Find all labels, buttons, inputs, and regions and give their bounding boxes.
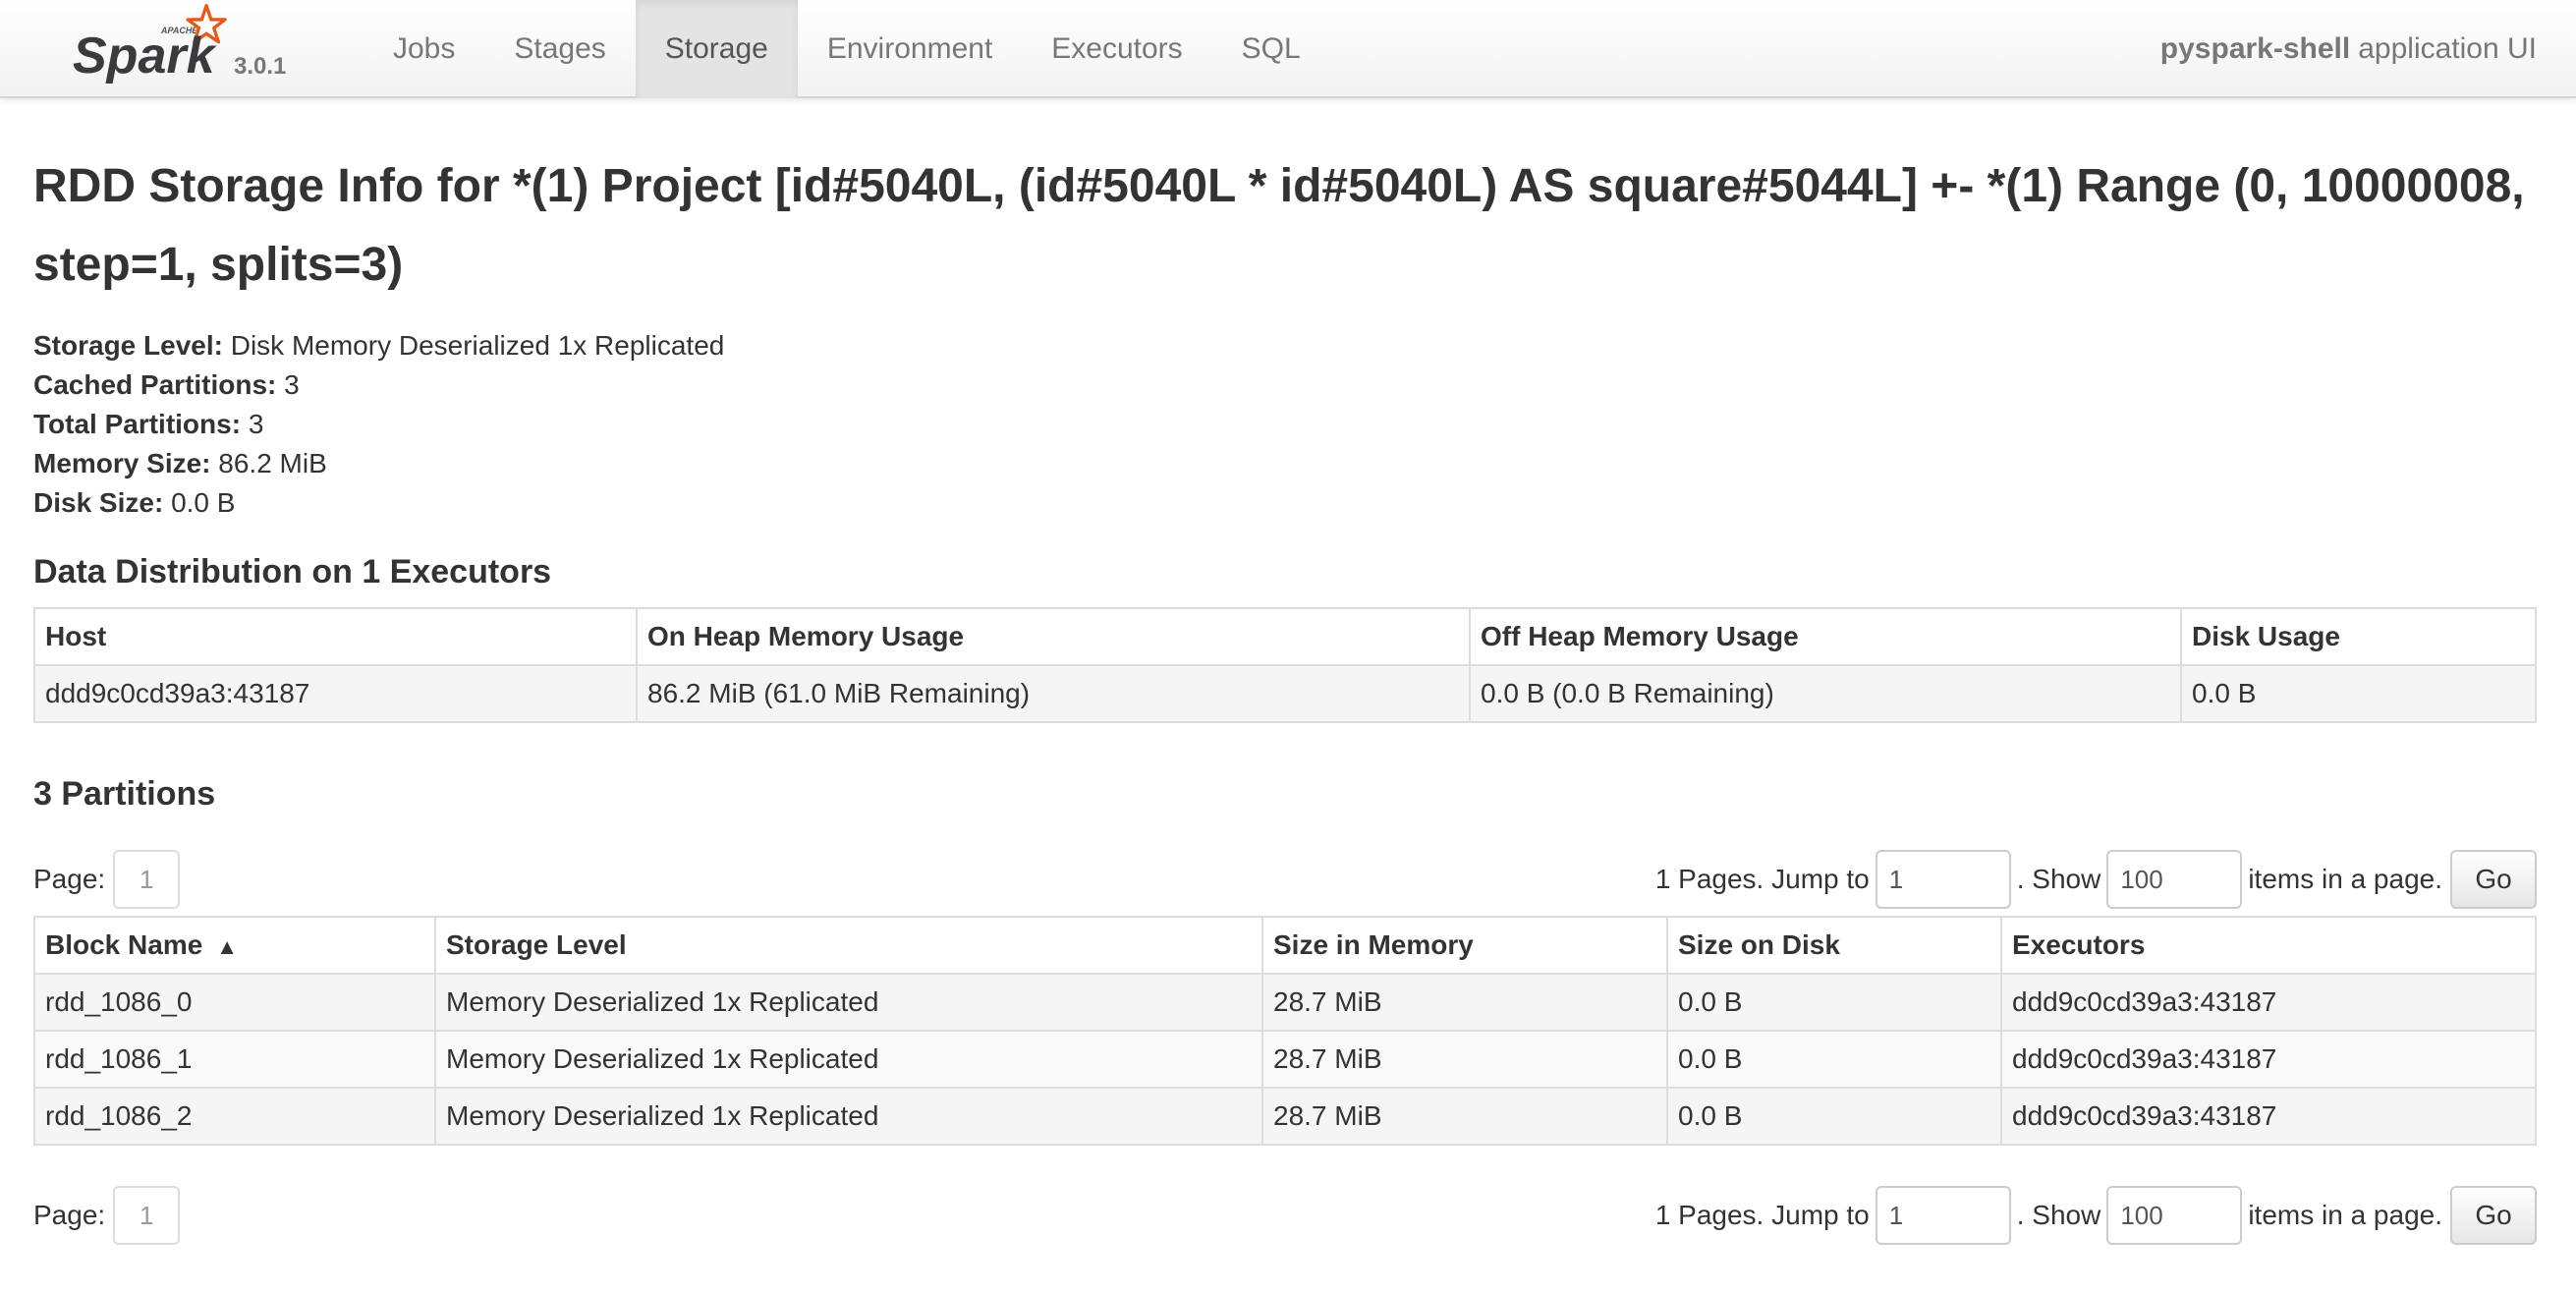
cell-executors: ddd9c0cd39a3:43187 (2000, 1030, 2537, 1089)
summary-storage-level: Storage Level: Disk Memory Deserialized … (33, 330, 725, 361)
cell-block-name: rdd_1086_0 (33, 973, 436, 1032)
tab-sql[interactable]: SQL (1212, 0, 1330, 98)
main-content: RDD Storage Info for *(1) Project [id#50… (33, 147, 2537, 1246)
tab-environment[interactable]: Environment (798, 0, 1022, 98)
cell-off-heap: 0.0 B (0.0 B Remaining) (1469, 664, 2182, 723)
sort-ascending-icon: ▲ (216, 933, 239, 959)
tab-jobs[interactable]: Jobs (364, 0, 484, 98)
summary-cached-partitions: Cached Partitions: 3 (33, 369, 300, 400)
cell-executors: ddd9c0cd39a3:43187 (2000, 973, 2537, 1032)
pager-controls: 1 Pages. Jump to . Show items in a page.… (1655, 1185, 2537, 1246)
pager-top: Page: 1 1 Pages. Jump to . Show items in… (33, 849, 2537, 910)
page-indicator: Page: 1 (33, 1185, 181, 1246)
page-size-input[interactable] (2106, 850, 2243, 909)
go-button[interactable]: Go (2450, 850, 2537, 909)
cell-block-name: rdd_1086_1 (33, 1030, 436, 1089)
table-header-row: Host On Heap Memory Usage Off Heap Memor… (33, 607, 2537, 666)
tab-executors[interactable]: Executors (1022, 0, 1211, 98)
cell-storage-level: Memory Deserialized 1x Replicated (434, 1087, 1263, 1146)
table-row: rdd_1086_2 Memory Deserialized 1x Replic… (33, 1087, 2537, 1146)
items-text: items in a page. (2248, 1200, 2442, 1230)
table-row: rdd_1086_0 Memory Deserialized 1x Replic… (33, 973, 2537, 1032)
table-row: rdd_1086_1 Memory Deserialized 1x Replic… (33, 1030, 2537, 1089)
cell-size-in-memory: 28.7 MiB (1261, 1087, 1668, 1146)
spark-logo-icon: APACHE Spark (73, 4, 227, 84)
app-name: pyspark-shell (2159, 32, 2351, 65)
partitions-heading: 3 Partitions (33, 775, 216, 813)
cell-executors: ddd9c0cd39a3:43187 (2000, 1087, 2537, 1146)
go-button[interactable]: Go (2450, 1186, 2537, 1245)
col-on-heap: On Heap Memory Usage (636, 607, 1471, 666)
cell-size-on-disk: 0.0 B (1666, 1030, 2002, 1089)
page-size-input[interactable] (2106, 1186, 2243, 1245)
cell-storage-level: Memory Deserialized 1x Replicated (434, 973, 1263, 1032)
show-text: . Show (2016, 1200, 2101, 1230)
nav-tabs: Jobs Stages Storage Environment Executor… (364, 0, 1330, 98)
data-distribution-heading: Data Distribution on 1 Executors (33, 553, 552, 590)
jump-to-page-input[interactable] (1875, 1186, 2011, 1245)
svg-text:Spark: Spark (73, 28, 218, 84)
col-block-name[interactable]: Block Name ▲ (33, 916, 436, 975)
tab-storage[interactable]: Storage (635, 0, 798, 98)
spark-logo-link[interactable]: APACHE Spark 3.0.1 (69, 0, 305, 98)
page-title: RDD Storage Info for *(1) Project [id#50… (33, 160, 2525, 291)
cell-size-on-disk: 0.0 B (1666, 973, 2002, 1032)
summary-disk-size: Disk Size: 0.0 B (33, 487, 236, 518)
partitions-table: Block Name ▲ Storage Level Size in Memory… (33, 916, 2537, 1146)
cell-block-name: rdd_1086_2 (33, 1087, 436, 1146)
summary-memory-size: Memory Size: 86.2 MiB (33, 448, 327, 478)
cell-storage-level: Memory Deserialized 1x Replicated (434, 1030, 1263, 1089)
page-number-link[interactable]: 1 (113, 1186, 181, 1245)
col-off-heap: Off Heap Memory Usage (1469, 607, 2182, 666)
page-indicator: Page: 1 (33, 849, 181, 910)
col-size-on-disk[interactable]: Size on Disk (1666, 916, 2002, 975)
rdd-summary: Storage Level: Disk Memory Deserialized … (33, 326, 2537, 523)
app-suffix: application UI (2358, 32, 2537, 65)
cell-disk-usage: 0.0 B (2180, 664, 2537, 723)
table-row: ddd9c0cd39a3:43187 86.2 MiB (61.0 MiB Re… (33, 664, 2537, 723)
col-host: Host (33, 607, 638, 666)
data-distribution-table: Host On Heap Memory Usage Off Heap Memor… (33, 607, 2537, 723)
cell-size-in-memory: 28.7 MiB (1261, 973, 1668, 1032)
table-header-row: Block Name ▲ Storage Level Size in Memory… (33, 916, 2537, 975)
cell-host: ddd9c0cd39a3:43187 (33, 664, 638, 723)
navbar: APACHE Spark 3.0.1 Jobs Stages Storage E… (0, 0, 2576, 98)
items-text: items in a page. (2248, 864, 2442, 894)
pager-bottom: Page: 1 1 Pages. Jump to . Show items in… (33, 1185, 2537, 1246)
pages-text: 1 Pages. Jump to (1654, 1200, 1870, 1230)
pager-controls: 1 Pages. Jump to . Show items in a page.… (1655, 849, 2537, 910)
col-disk-usage: Disk Usage (2180, 607, 2537, 666)
spark-version: 3.0.1 (234, 53, 287, 80)
cell-on-heap: 86.2 MiB (61.0 MiB Remaining) (636, 664, 1471, 723)
cell-size-in-memory: 28.7 MiB (1261, 1030, 1668, 1089)
cell-size-on-disk: 0.0 B (1666, 1087, 2002, 1146)
show-text: . Show (2016, 864, 2101, 894)
app-title: pyspark-shell application UI (2160, 0, 2537, 98)
col-size-in-memory[interactable]: Size in Memory (1261, 916, 1668, 975)
col-executors[interactable]: Executors (2000, 916, 2537, 975)
page-number-link[interactable]: 1 (113, 850, 181, 909)
summary-total-partitions: Total Partitions: 3 (33, 409, 264, 439)
pages-text: 1 Pages. Jump to (1654, 864, 1870, 894)
tab-stages[interactable]: Stages (484, 0, 635, 98)
col-storage-level[interactable]: Storage Level (434, 916, 1263, 975)
jump-to-page-input[interactable] (1875, 850, 2011, 909)
